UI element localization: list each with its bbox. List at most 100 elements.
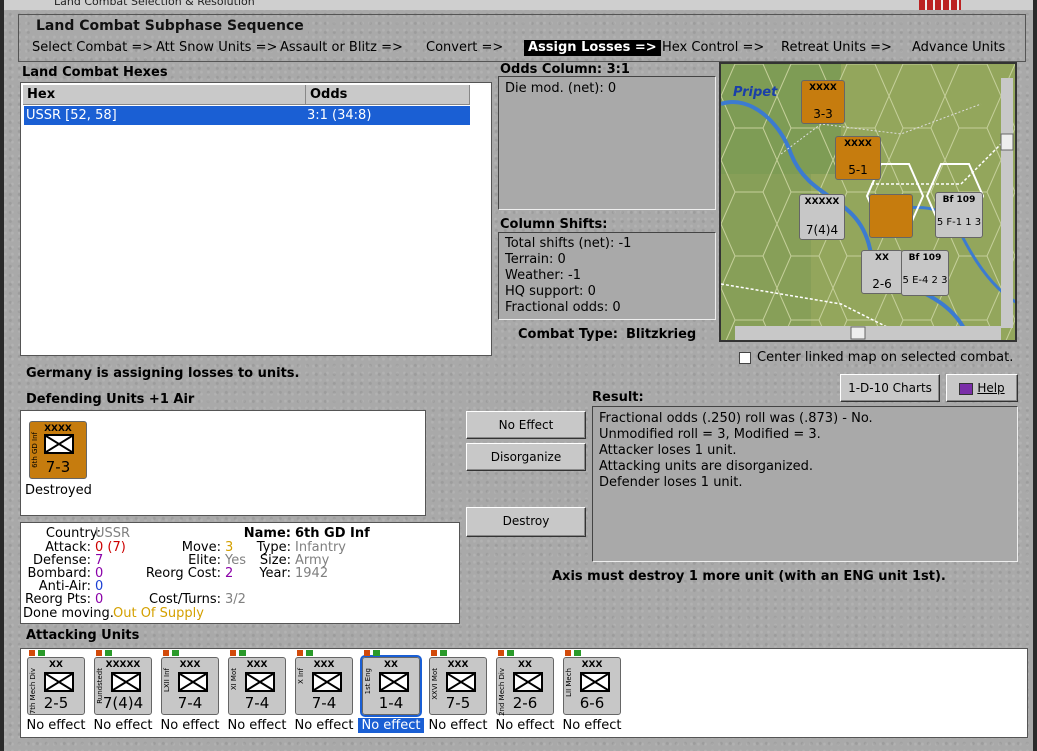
info-reorgpts-key: Reorg Pts: [25, 592, 91, 607]
unit-symbol-icon [379, 672, 409, 692]
map-counter-soviet-2[interactable]: XXXX 5-1 [835, 136, 881, 180]
map-counter-mech[interactable]: XX 2-6 [861, 250, 903, 294]
unit-strength: 2-5 [43, 694, 69, 712]
unit-name: X Inf [297, 668, 305, 684]
info-reorgpts-val: 0 [95, 592, 104, 607]
hex-cell: USSR [52, 58] [26, 108, 117, 123]
unit-result: No effect [428, 718, 488, 733]
result-line: Unmodified roll = 3, Modified = 3. [599, 427, 821, 442]
unit-status-dots [163, 650, 179, 656]
shifts-panel: Total shifts (net): -1 Terrain: 0 Weathe… [498, 232, 716, 320]
destroy-button[interactable]: Destroy [466, 507, 586, 537]
col-hex[interactable]: Hex [23, 85, 306, 105]
unit-strength: 7-4 [311, 694, 337, 712]
info-year-key: Year: [259, 566, 291, 581]
attacking-unit-4[interactable]: XXX X Inf 7-4 [295, 657, 353, 715]
attacking-unit-7[interactable]: XX 2nd Mech Div 2-6 [496, 657, 554, 716]
attacking-unit-2[interactable]: XXX LXII Inf 7-4 [161, 657, 219, 715]
center-map-checkbox[interactable] [739, 352, 751, 364]
phase-5[interactable]: Hex Control => [662, 40, 764, 56]
defending-unit[interactable]: XXXX 6th GD Inf 7-3 [29, 421, 87, 479]
unit-status-dots [498, 650, 514, 656]
attacking-unit-8[interactable]: XXX LII Mech 6-6 [563, 657, 621, 715]
phase-2[interactable]: Assault or Blitz => [280, 40, 403, 56]
info-country-key: Country: [45, 526, 101, 541]
info-reorgcost-key: Reorg Cost: [145, 566, 221, 581]
phase-1[interactable]: Att Snow Units => [156, 40, 277, 56]
unit-result: No effect [562, 718, 622, 733]
combat-type-label: Combat Type: [518, 327, 618, 342]
phase-7[interactable]: Advance Units [912, 40, 1005, 56]
die-mod: Die mod. (net): 0 [505, 81, 617, 96]
unit-name: LII Mech [565, 668, 573, 697]
map-place-label: Pripet [733, 85, 778, 100]
help-book-icon [959, 382, 974, 395]
unit-symbol-icon [446, 672, 476, 692]
unit-strength: 2-6 [512, 694, 538, 712]
attacking-unit-6[interactable]: XXX XXVI Mot 7-5 [429, 657, 487, 715]
no-effect-button[interactable]: No Effect [466, 411, 586, 439]
map-counter-bf109-a[interactable]: Bf 109 5 F-1 1 3 [935, 192, 983, 238]
status-line: Germany is assigning losses to units. [26, 366, 300, 381]
shift-terrain: Terrain: 0 [505, 252, 566, 267]
unit-status-dots [96, 650, 112, 656]
map-counter-rundstedt[interactable]: XXXXX 7(4)4 [799, 194, 845, 240]
info-done-val: Out Of Supply [113, 606, 204, 621]
map-counter-bf109-b[interactable]: Bf 109 5 E-4 2 3 [901, 250, 949, 296]
unit-strength: 7(4)4 [102, 694, 144, 712]
charts-button[interactable]: 1-D-10 Charts [840, 374, 940, 402]
attacking-unit-3[interactable]: XXX XI Mot 7-4 [228, 657, 286, 715]
result-title: Result: [592, 390, 644, 405]
result-line: Fractional odds (.250) roll was (.873) -… [599, 411, 873, 426]
unit-strength: 7-5 [445, 694, 471, 712]
info-costturns-val: 3/2 [225, 592, 246, 607]
info-name-key: Name: [243, 526, 291, 541]
hexes-title: Land Combat Hexes [22, 65, 168, 80]
unit-symbol-icon [245, 672, 275, 692]
unit-symbol-icon [111, 672, 141, 692]
unit-strength: 6-6 [579, 694, 605, 712]
odds-title: Odds Column: 3:1 [500, 62, 630, 77]
info-done-key: Done moving. [23, 606, 114, 621]
unit-symbol-icon [44, 672, 74, 692]
unit-name: LXII Inf [163, 668, 171, 693]
map-counter-target[interactable] [869, 194, 913, 238]
map-counter-soviet-1[interactable]: XXXX 3-3 [801, 80, 845, 124]
infantry-symbol-icon [44, 434, 74, 454]
axis-note: Axis must destroy 1 more unit (with an E… [552, 569, 946, 584]
unit-result: No effect [160, 718, 220, 733]
result-line: Attacker loses 1 unit. [599, 443, 737, 458]
unit-symbol-icon [580, 672, 610, 692]
phase-3[interactable]: Convert => [426, 40, 503, 56]
attacking-unit-0[interactable]: XX 7th Mech Div 2-5 [27, 657, 85, 715]
info-country-val: USSR [95, 526, 131, 541]
unit-result: No effect [93, 718, 153, 733]
unit-info-panel: Country: USSR Attack: 0 (7) Defense: 7 B… [20, 522, 460, 624]
unit-name: 1st Eng [364, 668, 372, 695]
disorganize-button[interactable]: Disorganize [466, 443, 586, 471]
unit-result: No effect [358, 718, 424, 733]
shift-hq: HQ support: 0 [505, 284, 596, 299]
unit-status-dots [364, 650, 380, 656]
result-line: Defender loses 1 unit. [599, 475, 743, 490]
combat-map[interactable]: Pripet XXXX 3-3 XXXX 5-1 XXXXX 7(4)4 XX … [719, 62, 1017, 342]
unit-strength: 1-4 [378, 694, 404, 712]
unit-strength: 7-4 [177, 694, 203, 712]
combat-window: Land Combat Selection & Resolution Land … [0, 0, 1037, 751]
help-button[interactable]: Help [946, 374, 1018, 402]
phase-0[interactable]: Select Combat => [32, 40, 153, 56]
unit-symbol-icon [513, 672, 543, 692]
hex-row[interactable]: USSR [52, 58] 3:1 (34:8) [24, 106, 470, 125]
defending-panel: XXXX 6th GD Inf 7-3 Destroyed [20, 410, 426, 516]
unit-status-dots [297, 650, 313, 656]
attacking-unit-5[interactable]: XX 1st Eng 1-4 [360, 655, 422, 717]
phase-4[interactable]: Assign Losses => [524, 40, 661, 56]
attacking-unit-1[interactable]: XXXXX Rundstedt 7(4)4 [94, 657, 152, 715]
phase-6[interactable]: Retreat Units => [781, 40, 892, 56]
unit-result: No effect [227, 718, 287, 733]
window-title: Land Combat Selection & Resolution [54, 0, 255, 8]
shift-total: Total shifts (net): -1 [505, 236, 632, 251]
sequence-title: Land Combat Subphase Sequence [32, 18, 308, 34]
col-odds[interactable]: Odds [306, 85, 470, 105]
result-line: Attacking units are disorganized. [599, 459, 813, 474]
